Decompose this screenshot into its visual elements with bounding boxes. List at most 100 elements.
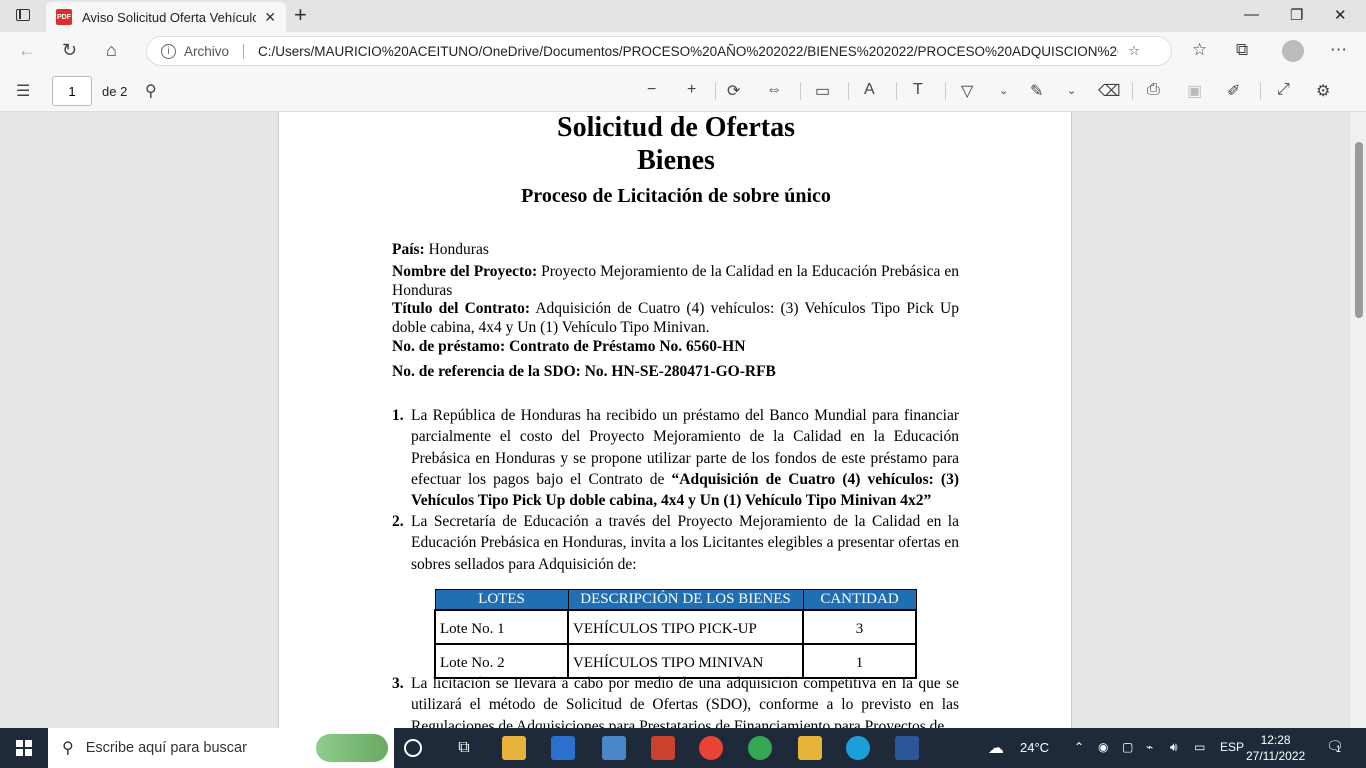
divider: [848, 82, 849, 100]
close-tab-icon[interactable]: ✕: [264, 9, 276, 26]
pdf-file-icon: PDF: [56, 9, 72, 25]
edge-icon[interactable]: [846, 736, 870, 760]
back-icon[interactable]: ←: [18, 40, 36, 61]
weather-icon[interactable]: ☁: [988, 738, 1004, 758]
list-item: 1. La República de Honduras ha recibido …: [392, 405, 959, 511]
document-title: Solicitud de Ofertas: [557, 112, 795, 143]
info-icon[interactable]: i: [161, 43, 176, 59]
zoom-in-icon[interactable]: +: [687, 81, 696, 99]
field-pais: País: Honduras: [392, 240, 959, 259]
title-bar: PDF Aviso Solicitud Oferta Vehículos.p ✕…: [0, 0, 1366, 32]
home-icon[interactable]: ⌂: [106, 40, 117, 61]
settings-gear-icon[interactable]: ⚙: [1316, 81, 1330, 101]
list-text: La licitación se llevará a cabo por medi…: [411, 675, 959, 728]
address-scheme: Archivo: [184, 43, 245, 59]
goods-table: LOTES DESCRIPCIÓN DE LOS BIENES CANTIDAD…: [434, 589, 917, 679]
more-menu-icon[interactable]: ⋯: [1330, 40, 1347, 60]
tab-pdf-document[interactable]: PDF Aviso Solicitud Oferta Vehículos.p ✕: [46, 2, 286, 32]
profile-avatar[interactable]: [1282, 40, 1304, 62]
collections-icon[interactable]: ⧉: [1236, 40, 1248, 60]
taskbar-search-box[interactable]: ⚲ Escribe aquí para buscar: [48, 728, 394, 768]
fullscreen-icon[interactable]: ⤢: [1277, 81, 1290, 99]
tab-actions-icon[interactable]: [16, 9, 30, 21]
refresh-icon[interactable]: ↻: [62, 40, 77, 61]
contents-icon[interactable]: ☰: [16, 81, 30, 101]
save-icon[interactable]: ▣: [1187, 81, 1202, 101]
language-indicator[interactable]: ESP: [1220, 740, 1244, 754]
maximize-button[interactable]: ❐: [1290, 6, 1303, 24]
network-icon[interactable]: ⌁: [1146, 740, 1153, 754]
field-label: Título del Contrato:: [392, 300, 531, 317]
read-aloud-icon[interactable]: A: [864, 81, 875, 99]
address-bar-row: ← ↻ ⌂ i Archivo C:/Users/MAURICIO%20ACEI…: [0, 32, 1366, 70]
battery-icon[interactable]: ▭: [1194, 740, 1205, 754]
meet-now-icon[interactable]: ▢: [1122, 740, 1133, 754]
search-placeholder: Escribe aquí para buscar: [85, 740, 247, 756]
document-subtitle: Proceso de Licitación de sobre único: [521, 185, 831, 207]
notifications-icon[interactable]: 🗨︎: [1326, 738, 1344, 755]
highlight-options-icon[interactable]: ⌄: [1067, 84, 1076, 97]
search-icon[interactable]: ⚲: [145, 81, 157, 101]
list-number: 3.: [392, 675, 404, 692]
weather-temp[interactable]: 24°C: [1020, 740, 1049, 755]
search-icon: ⚲: [62, 740, 74, 757]
new-tab-button[interactable]: +: [294, 4, 307, 26]
tab-title: Aviso Solicitud Oferta Vehículos.p: [82, 9, 257, 25]
scrollbar-thumb[interactable]: [1355, 142, 1363, 318]
address-field[interactable]: i Archivo C:/Users/MAURICIO%20ACEITUNO/O…: [146, 36, 1172, 66]
mail-icon[interactable]: [551, 736, 575, 760]
print-icon[interactable]: ⎙: [1147, 81, 1160, 99]
pdf-viewer[interactable]: Solicitud de Ofertas Bienes Proceso de L…: [0, 112, 1350, 728]
eraser-icon[interactable]: ⌫: [1098, 81, 1121, 101]
search-highlight-image: [316, 734, 388, 762]
fit-width-icon[interactable]: ⇔: [766, 81, 782, 99]
divider: [896, 82, 897, 100]
add-favorite-icon[interactable]: ☆: [1128, 43, 1140, 59]
pdf-toolbar: ☰ 1 de 2 ⚲ − + ⟳ ⇔ ▭ A T ▽ ⌄ ✎ ⌄ ⌫ ⎙ ▣ ✐…: [0, 70, 1366, 112]
zoom-out-icon[interactable]: −: [647, 81, 656, 99]
list-number: 1.: [392, 407, 404, 424]
minimize-button[interactable]: —: [1244, 6, 1259, 23]
file-explorer-icon[interactable]: [502, 736, 526, 760]
field-proyecto: Nombre del Proyecto: Proyecto Mejoramien…: [392, 262, 959, 300]
column-header: DESCRIPCIÓN DE LOS BIENES: [567, 589, 804, 610]
divider: [1132, 82, 1133, 100]
page-number-input[interactable]: 1: [52, 76, 92, 106]
rotate-icon[interactable]: ⟳: [727, 81, 740, 101]
folder-icon[interactable]: [798, 736, 822, 760]
clock[interactable]: 12:28 27/11/2022: [1246, 732, 1305, 764]
page-view-icon[interactable]: ▭: [815, 81, 830, 101]
show-hidden-icons[interactable]: ⌃: [1074, 740, 1084, 754]
column-header: CANTIDAD: [802, 589, 917, 610]
taskbar: ⚲ Escribe aquí para buscar ⧉ ☁ 24°C ⌃ ◉ …: [0, 728, 1366, 768]
field-prestamo: No. de préstamo: Contrato de Préstamo No…: [392, 338, 746, 355]
add-text-icon[interactable]: T: [913, 81, 923, 99]
table-cell: VEHÍCULOS TIPO PICK-UP: [567, 608, 804, 645]
highlight-icon[interactable]: ✎: [1030, 81, 1043, 101]
powerpoint-icon[interactable]: [651, 736, 675, 760]
vertical-scrollbar[interactable]: [1350, 112, 1366, 728]
document-title-line2: Bienes: [637, 145, 715, 176]
field-label: Nombre del Proyecto:: [392, 263, 538, 280]
task-view-icon[interactable]: ⧉: [452, 736, 476, 760]
save-as-icon[interactable]: ✐: [1227, 81, 1240, 101]
windows-start-icon[interactable]: [16, 740, 32, 756]
draw-icon[interactable]: ▽: [961, 81, 973, 101]
close-window-button[interactable]: ✕: [1334, 6, 1347, 24]
cortana-icon[interactable]: [404, 739, 422, 757]
divider: [800, 82, 801, 100]
clock-date: 27/11/2022: [1246, 749, 1306, 763]
volume-icon[interactable]: 🔊︎: [1170, 740, 1178, 755]
record-icon[interactable]: ◉: [1098, 740, 1108, 754]
pdf-page: Solicitud de Ofertas Bienes Proceso de L…: [278, 112, 1072, 728]
favorites-icon[interactable]: ☆: [1192, 40, 1207, 60]
chrome-icon[interactable]: [699, 736, 723, 760]
table-cell: Lote No. 1: [434, 608, 569, 645]
remote-desktop-icon[interactable]: [602, 736, 626, 760]
address-path: C:/Users/MAURICIO%20ACEITUNO/OneDrive/Do…: [258, 43, 1119, 59]
chrome-profile-icon[interactable]: [748, 736, 772, 760]
word-icon[interactable]: [895, 736, 919, 760]
field-referencia: No. de referencia de la SDO: No. HN-SE-2…: [392, 363, 776, 380]
draw-options-icon[interactable]: ⌄: [999, 84, 1008, 97]
list-text: La Secretaría de Educación a través del …: [411, 513, 959, 573]
